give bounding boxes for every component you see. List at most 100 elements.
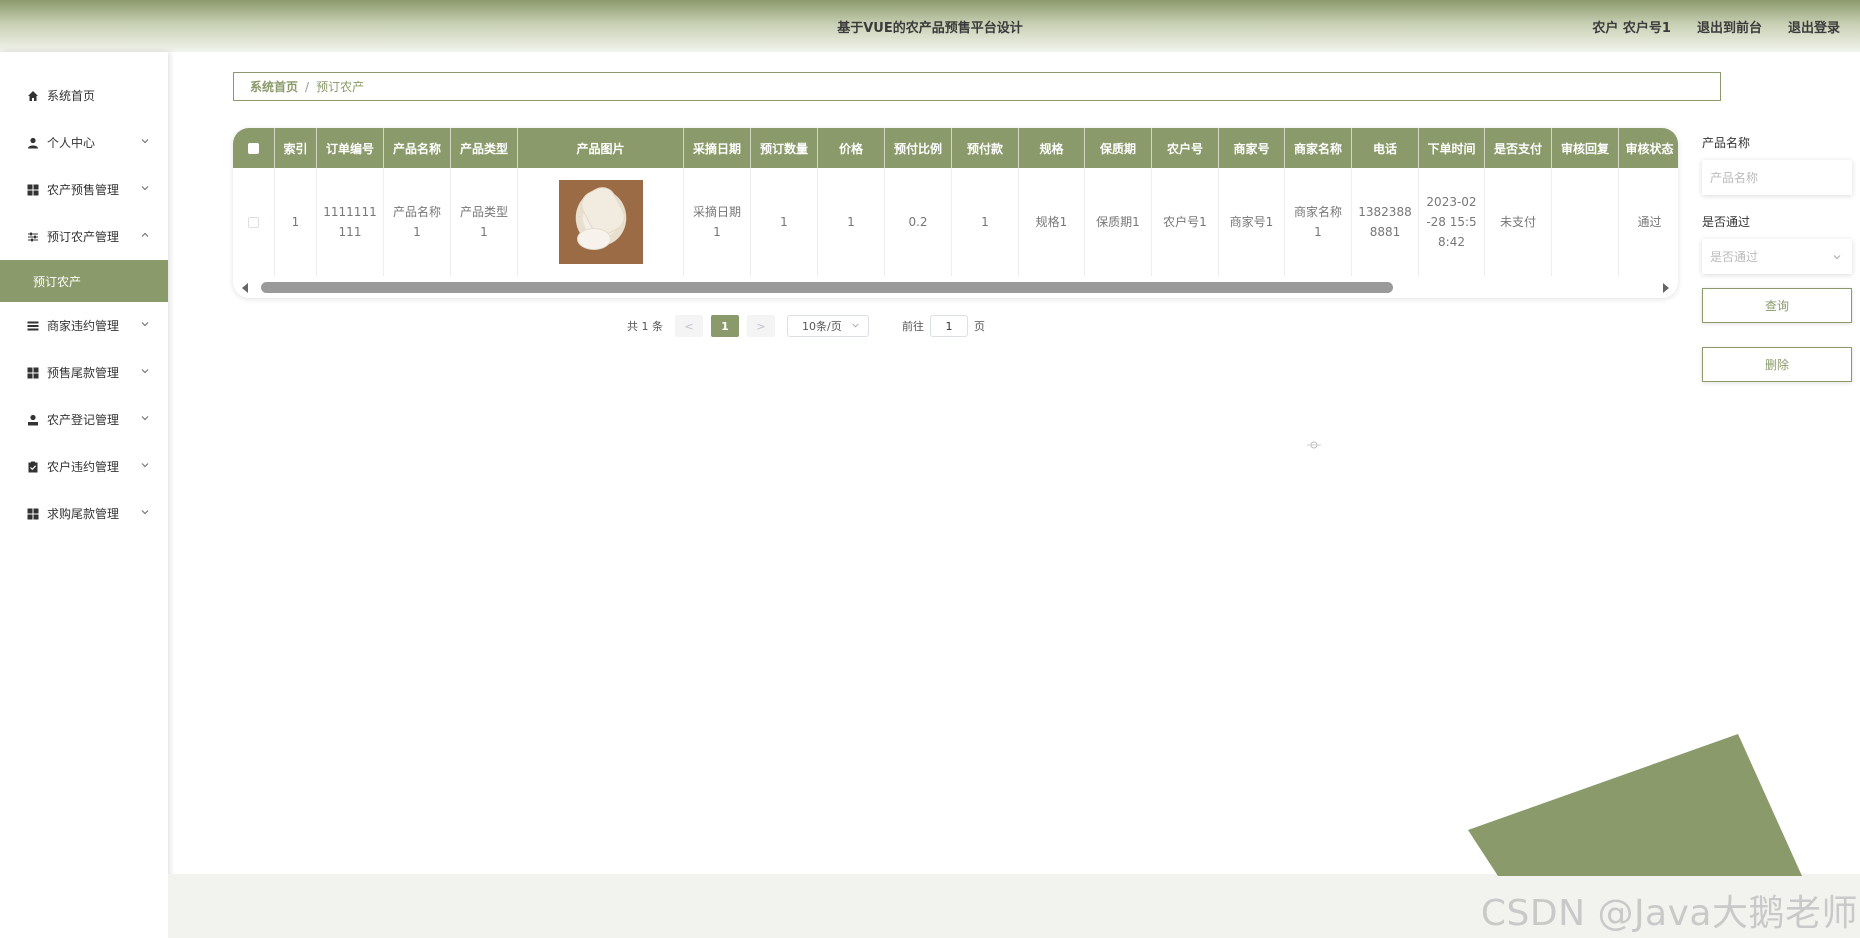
goto-prefix: 前往: [902, 320, 924, 333]
cell-prepay: 1: [952, 168, 1019, 276]
breadcrumb-home[interactable]: 系统首页: [250, 78, 298, 95]
column-header: 预订数量: [751, 128, 818, 168]
prev-page-button[interactable]: <: [675, 315, 703, 337]
clipboard-icon: [26, 460, 39, 473]
sidebar-item-presale[interactable]: 农产预售管理: [0, 166, 168, 213]
cell-product-image: [518, 168, 684, 276]
cell-pick-date: 采摘日期1: [684, 168, 751, 276]
sidebar-item-merchant-breach[interactable]: 商家违约管理: [0, 302, 168, 349]
column-header: 预付款: [952, 128, 1019, 168]
cell-review-reply: [1552, 168, 1619, 276]
cell-order-no: 1111111111: [317, 168, 384, 276]
query-button[interactable]: 查询: [1702, 288, 1852, 323]
row-checkbox[interactable]: [233, 168, 275, 276]
data-table: 索引 订单编号 产品名称 产品类型 产品图片 采摘日期 预订数量 价格 预付比例…: [233, 128, 1678, 298]
table-header: 索引 订单编号 产品名称 产品类型 产品图片 采摘日期 预订数量 价格 预付比例…: [233, 128, 1678, 168]
passed-select[interactable]: 是否通过: [1702, 239, 1852, 274]
sidebar-item-personal-center[interactable]: 个人中心: [0, 119, 168, 166]
sidebar-item-label: 预售尾款管理: [47, 366, 120, 380]
column-header: 电话: [1352, 128, 1419, 168]
next-page-button[interactable]: >: [747, 315, 775, 337]
decorative-shape: [1468, 734, 1802, 876]
column-header: 商家名称: [1285, 128, 1352, 168]
cell-review-status: 通过: [1637, 215, 1662, 229]
goto-page-input[interactable]: 1: [930, 315, 968, 337]
cell-price: 1: [818, 168, 885, 276]
horizontal-scrollbar[interactable]: [233, 278, 1678, 298]
column-header: 规格: [1019, 128, 1085, 168]
column-header: 采摘日期: [684, 128, 751, 168]
sidebar-item-label: 农产登记管理: [47, 413, 120, 427]
column-header: 产品名称: [384, 128, 451, 168]
cell-order-time: 2023-02-28 15:58:42: [1419, 168, 1485, 276]
column-header: 是否支付: [1485, 128, 1552, 168]
logout-link[interactable]: 退出登录: [1788, 17, 1840, 36]
to-front-link[interactable]: 退出到前台: [1697, 17, 1762, 36]
top-header: 基于VUE的农产品预售平台设计 农户 农户号1 退出到前台 退出登录: [0, 0, 1860, 52]
column-header: 价格: [818, 128, 885, 168]
chevron-up-icon: [141, 232, 149, 237]
cell-shelf-life: 保质期1: [1085, 168, 1152, 276]
app-title: 基于VUE的农产品预售平台设计: [837, 21, 1023, 36]
page-number-button[interactable]: 1: [711, 315, 739, 337]
page-size-select[interactable]: 10条/页: [787, 315, 869, 337]
cell-index: 1: [275, 168, 317, 276]
cell-product-type: 产品类型1: [451, 168, 518, 276]
sidebar-item-label: 系统首页: [47, 89, 96, 103]
chevron-down-icon: [141, 510, 149, 515]
sidebar-item-label: 预订农产管理: [47, 230, 120, 244]
cell-phone: 13823888881: [1352, 168, 1419, 276]
cell-product-name: 产品名称1: [384, 168, 451, 276]
sidebar-item-label: 个人中心: [47, 136, 96, 150]
sidebar-item-purchase-balance[interactable]: 求购尾款管理: [0, 490, 168, 537]
sidebar-subitem-reserve-produce[interactable]: 预订农产: [0, 260, 168, 302]
column-header: 产品类型: [451, 128, 518, 168]
cell-merchant-name: 商家名称1: [1285, 168, 1352, 276]
sidebar-item-farmer-breach[interactable]: 农户违约管理: [0, 443, 168, 490]
select-all-checkbox[interactable]: [233, 128, 275, 168]
scroll-right-arrow-icon[interactable]: [1663, 283, 1669, 293]
checkbox-icon: [248, 142, 259, 154]
column-header: 索引: [275, 128, 317, 168]
watermark: CSDN @Java大鹅老师: [1480, 893, 1858, 934]
chevron-down-icon: [852, 323, 859, 328]
passed-label: 是否通过: [1702, 215, 1751, 229]
cursor-icon: [1307, 441, 1321, 449]
cell-farmer-no: 农户号1: [1152, 168, 1219, 276]
sidebar-item-produce-register[interactable]: 农产登记管理: [0, 396, 168, 443]
cell-spec: 规格1: [1019, 168, 1085, 276]
chevron-down-icon: [141, 369, 149, 374]
sidebar-item-home[interactable]: 系统首页: [0, 72, 168, 119]
list-icon: [26, 319, 39, 332]
radish-product-image[interactable]: [558, 180, 643, 264]
sidebar-item-presale-balance[interactable]: 预售尾款管理: [0, 349, 168, 396]
table-row: 1 1111111111 产品名称1 产品类型1 采摘日期1 1 1 0.2 1…: [233, 168, 1678, 276]
chevron-down-icon: [141, 322, 149, 327]
checkbox-icon: [248, 216, 259, 228]
column-header: 预付比例: [885, 128, 952, 168]
page-size-value: 10条/页: [802, 320, 842, 333]
cell-quantity: 1: [751, 168, 818, 276]
scrollbar-thumb[interactable]: [261, 282, 1393, 293]
delete-button[interactable]: 删除: [1702, 347, 1852, 382]
search-panel: 产品名称 产品名称 是否通过 是否通过 查询 删除: [1702, 134, 1852, 382]
product-name-input[interactable]: 产品名称: [1702, 160, 1852, 195]
column-header: 农户号: [1152, 128, 1219, 168]
scroll-left-arrow-icon[interactable]: [242, 283, 248, 293]
sidebar-item-label: 求购尾款管理: [47, 507, 120, 521]
current-user: 农户 农户号1: [1592, 21, 1671, 36]
sidebar-item-label: 农产预售管理: [47, 183, 120, 197]
total-count: 共 1 条: [627, 320, 663, 333]
chevron-down-icon: [141, 139, 149, 144]
sidebar: 系统首页 个人中心 农产预售管理 预订农产管理 预订农产 商家违约管理 预售尾款…: [0, 52, 168, 938]
column-header: 保质期: [1085, 128, 1152, 168]
column-header: 审核回复: [1552, 128, 1619, 168]
column-header: 订单编号: [317, 128, 384, 168]
cell-paid: 未支付: [1485, 168, 1552, 276]
breadcrumb-separator: /: [305, 79, 310, 94]
sidebar-item-reserve[interactable]: 预订农产管理: [0, 213, 168, 260]
grid-icon: [26, 183, 39, 196]
cell-merchant-no: 商家号1: [1219, 168, 1285, 276]
breadcrumb-current: 预订农产: [316, 80, 365, 94]
chevron-down-icon: [141, 186, 149, 191]
